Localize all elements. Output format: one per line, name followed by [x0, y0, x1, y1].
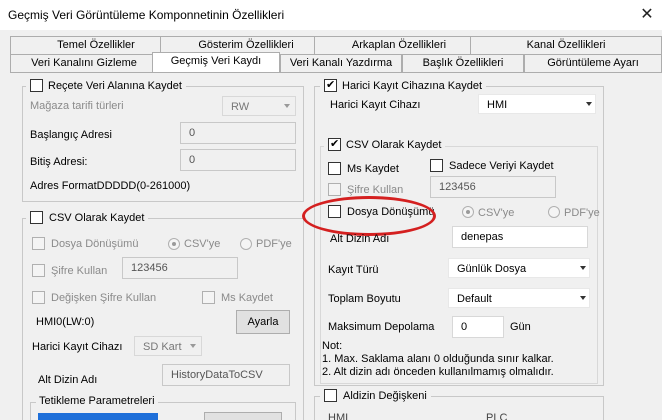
right-ms-save-checkbox[interactable] — [328, 162, 341, 175]
right-subdir-input[interactable]: denepas — [452, 226, 588, 248]
record-type-dropdown[interactable]: Günlük Dosya — [448, 258, 590, 278]
subfolder-var-header: Aldizin Değişkeni — [320, 389, 431, 402]
right-password-input[interactable]: 123456 — [430, 176, 556, 198]
note-line-1: 1. Max. Saklama alanı 0 olduğunda sınır … — [322, 353, 554, 365]
right-password-checkbox[interactable] — [328, 183, 341, 196]
note-line-2: 2. Alt dizin adı önceden kullanılmamış o… — [322, 366, 554, 378]
right-ext-device-value: HMI — [487, 99, 508, 111]
left-csv-checkbox[interactable] — [30, 211, 43, 224]
highlight-ellipse — [302, 196, 436, 236]
right-ms-save-row: Ms Kaydet — [328, 162, 399, 175]
recipe-checkbox[interactable] — [30, 79, 43, 92]
right-csv-radio[interactable] — [462, 206, 474, 218]
tab-gecmis-veri-kaydi[interactable]: Geçmiş Veri Kaydı — [152, 52, 280, 72]
ext-save-label: Harici Kayıt Cihazına Kaydet — [342, 79, 483, 92]
chevron-down-icon — [190, 344, 196, 348]
address-format-text: Adres FormatDDDDD(0-261000) — [30, 180, 191, 192]
left-subdir-label: Alt Dizin Adı — [38, 374, 98, 386]
left-csv-radio[interactable] — [168, 238, 180, 250]
right-csv-header: CSV Olarak Kaydet — [324, 138, 446, 151]
record-type-value: Günlük Dosya — [457, 263, 527, 275]
trigger-button[interactable] — [204, 412, 282, 420]
tab-arkaplan-ozellikleri[interactable]: Arkaplan Özellikleri — [314, 36, 484, 54]
left-ms-save-label: Ms Kaydet — [221, 291, 273, 304]
only-data-label: Sadece Veriyi Kaydet — [449, 159, 554, 172]
right-ext-device-label: Harici Kayıt Cihazı — [330, 99, 421, 111]
left-file-conv-checkbox[interactable] — [32, 237, 45, 250]
record-type-label: Kayıt Türü — [328, 264, 379, 276]
only-data-checkbox[interactable] — [430, 159, 443, 172]
chevron-down-icon — [284, 104, 290, 108]
bit-address-input[interactable]: 0 — [180, 149, 296, 171]
total-size-dropdown[interactable]: Default — [448, 288, 590, 308]
left-password-input[interactable]: 123456 — [122, 257, 238, 279]
max-storage-label: Maksimum Depolama — [328, 321, 435, 333]
max-storage-input[interactable]: 0 — [452, 316, 504, 338]
left-pdf-radio-label: PDF'ye — [256, 238, 292, 250]
tab-goruntuleme-ayari[interactable]: Görüntüleme Ayarı — [524, 54, 662, 72]
right-ext-device-dropdown[interactable]: HMI — [478, 94, 596, 114]
left-ext-device-value: SD Kart — [143, 341, 182, 353]
left-subdir-input[interactable]: HistoryDataToCSV — [162, 364, 290, 386]
right-password-row: Şifre Kullan — [328, 183, 403, 196]
start-address-label: Başlangıç Adresi — [30, 129, 112, 141]
trigger-selected-item[interactable] — [38, 413, 158, 420]
start-address-input[interactable]: 0 — [180, 122, 296, 144]
recipe-header: Reçete Veri Alanına Kaydet — [26, 79, 186, 92]
left-change-pw-checkbox[interactable] — [32, 291, 45, 304]
left-ms-save-checkbox[interactable] — [202, 291, 215, 304]
bottom-hmi-label: HMI — [328, 412, 349, 420]
right-ms-save-label: Ms Kaydet — [347, 162, 399, 175]
left-ms-save-row: Ms Kaydet — [202, 291, 273, 304]
right-password-label: Şifre Kullan — [347, 183, 404, 196]
subfolder-var-checkbox[interactable] — [324, 389, 337, 402]
ext-save-header: Harici Kayıt Cihazına Kaydet — [320, 79, 487, 92]
right-subdir-label: Alt Dizin Adı — [330, 233, 390, 245]
recipe-checkbox-label: Reçete Veri Alanına Kaydet — [48, 79, 182, 92]
right-csv-label: CSV Olarak Kaydet — [346, 138, 442, 151]
note-title: Not: — [322, 340, 343, 352]
total-size-value: Default — [457, 293, 492, 305]
left-change-pw-label: Değişken Şifre Kullan — [51, 291, 157, 304]
left-file-conv-row: Dosya Dönüşümü — [32, 237, 138, 250]
left-file-conv-label: Dosya Dönüşümü — [51, 237, 139, 250]
total-size-label: Toplam Boyutu — [328, 293, 401, 305]
store-type-label: Mağaza tarifi türleri — [30, 100, 124, 112]
left-csv-label: CSV Olarak Kaydet — [49, 211, 145, 224]
only-data-row: Sadece Veriyi Kaydet — [430, 159, 554, 172]
left-hmi-address: HMI0(LW:0) — [36, 316, 95, 328]
left-password-checkbox[interactable] — [32, 264, 45, 277]
right-csv-checkbox[interactable] — [328, 138, 341, 151]
left-change-pw-row: Değişken Şifre Kullan — [32, 291, 156, 304]
right-pdf-radio-label: PDF'ye — [564, 207, 600, 219]
subfolder-var-label: Aldizin Değişkeni — [343, 389, 427, 402]
adjust-button[interactable]: Ayarla — [236, 310, 290, 334]
right-csv-radio-label: CSV'ye — [478, 207, 515, 219]
left-password-row: Şifre Kullan — [32, 264, 107, 277]
tab-baslik-ozellikleri[interactable]: Başlık Özellikleri — [402, 54, 524, 72]
bottom-plc-label: PLC — [486, 412, 508, 420]
tab-kanal-ozellikleri[interactable]: Kanal Özellikleri — [470, 36, 662, 54]
window-title: Geçmiş Veri Görüntüleme Komponnetinin Öz… — [8, 8, 285, 22]
max-storage-unit: Gün — [510, 321, 531, 333]
store-type-value: RW — [231, 101, 250, 113]
tab-veri-kanali-yazdirma[interactable]: Veri Kanalı Yazdırma — [280, 54, 402, 72]
left-csv-radio-label: CSV'ye — [184, 238, 221, 250]
tab-divider — [10, 72, 662, 73]
left-ext-device-label: Harici Kayıt Cihazı — [32, 341, 123, 353]
ext-save-checkbox[interactable] — [324, 79, 337, 92]
left-pdf-radio[interactable] — [240, 238, 252, 250]
chevron-down-icon — [580, 296, 586, 300]
right-pdf-radio[interactable] — [548, 206, 560, 218]
left-csv-header: CSV Olarak Kaydet — [26, 211, 149, 224]
trigger-label: Tetikleme Parametreleri — [36, 395, 158, 407]
bit-address-label: Bitiş Adresi: — [30, 156, 88, 168]
chevron-down-icon — [586, 102, 592, 106]
tab-veri-kanalini-gizleme[interactable]: Veri Kanalını Gizleme — [10, 54, 158, 72]
chevron-down-icon — [580, 266, 586, 270]
close-icon[interactable]: ✕ — [636, 4, 658, 26]
left-password-label: Şifre Kullan — [51, 264, 108, 277]
